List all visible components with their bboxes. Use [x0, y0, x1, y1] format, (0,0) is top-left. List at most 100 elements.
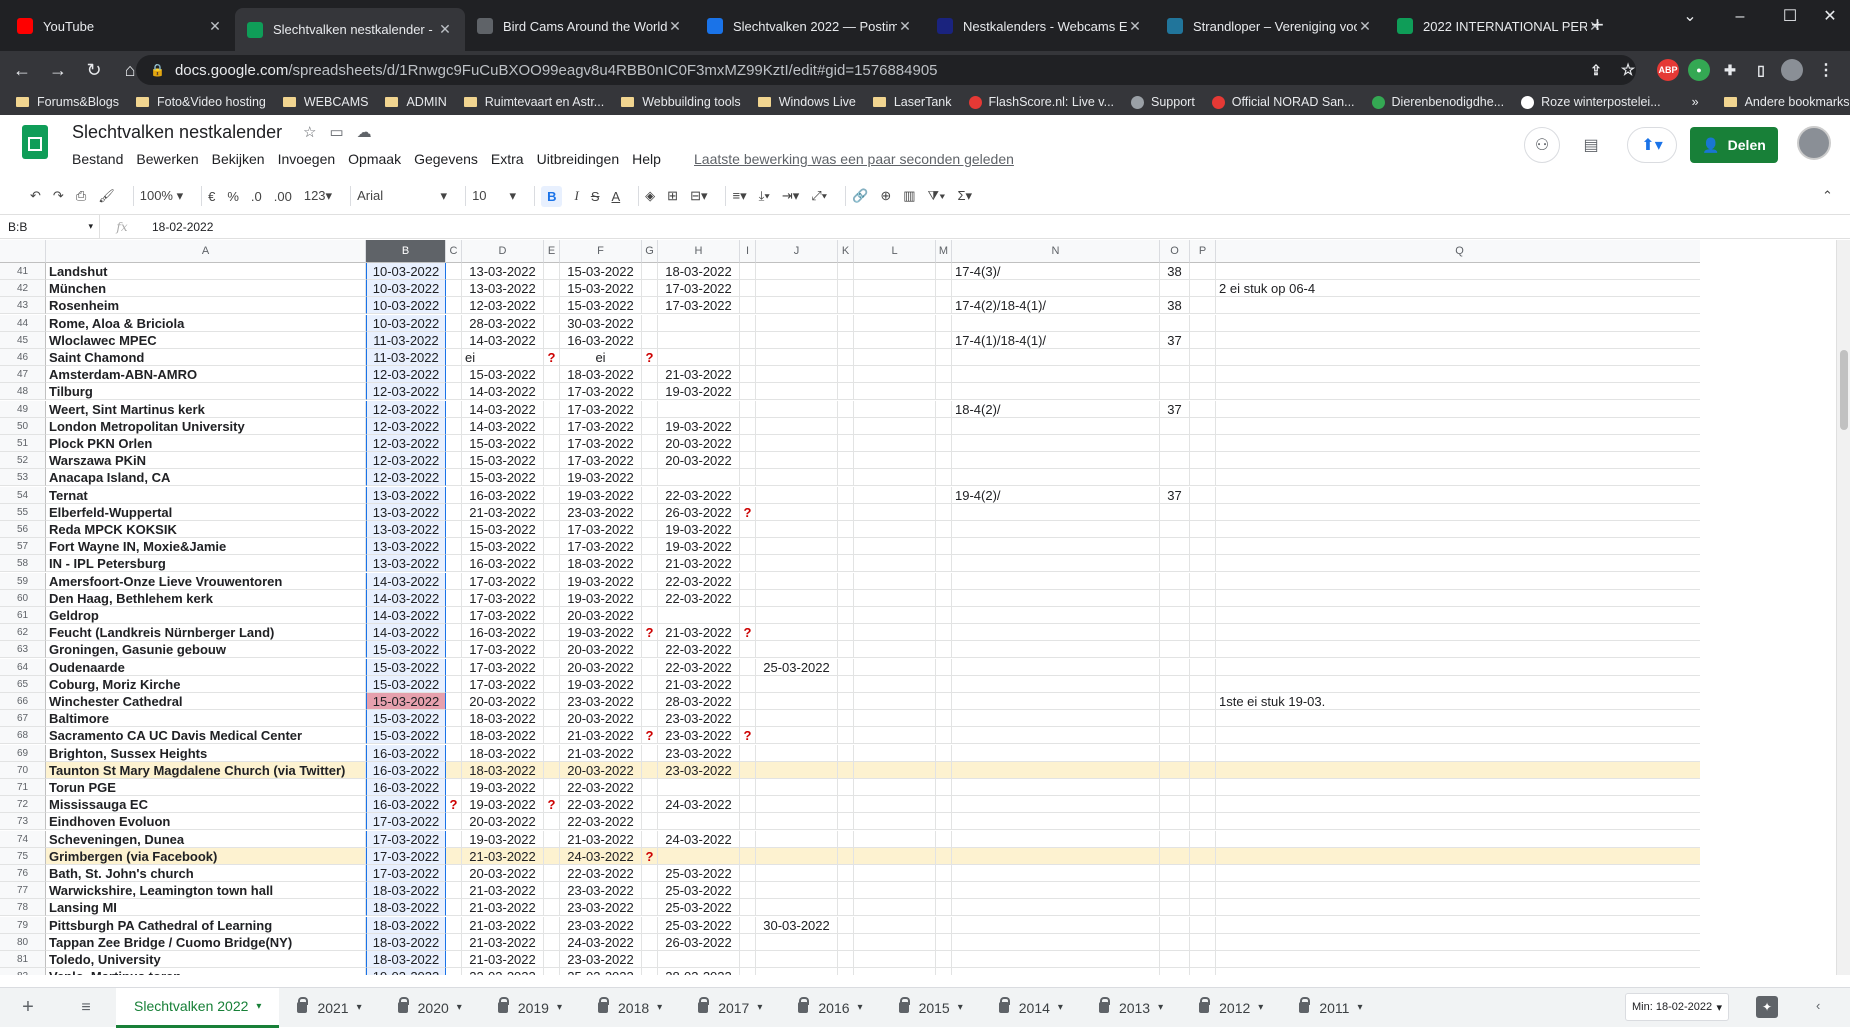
cell-g[interactable]: [642, 675, 658, 693]
cell-g[interactable]: [642, 469, 658, 487]
row-number[interactable]: 45: [0, 331, 46, 349]
cell-f[interactable]: 24-03-2022: [560, 933, 642, 951]
reload-icon[interactable]: ↻: [76, 60, 112, 81]
cell-e[interactable]: [544, 830, 560, 848]
cell-m[interactable]: [936, 435, 952, 452]
cell-g[interactable]: ?: [642, 727, 658, 745]
cell-j[interactable]: [756, 486, 838, 504]
cell-a[interactable]: IN - IPL Petersburg: [46, 555, 366, 573]
cell-b[interactable]: 13-03-2022: [366, 555, 446, 573]
cell-f[interactable]: 19-03-2022: [560, 486, 642, 504]
cell-m[interactable]: [936, 830, 952, 848]
cell-k[interactable]: [838, 435, 854, 452]
cell-l[interactable]: [854, 882, 936, 900]
cell-f[interactable]: 17-03-2022: [560, 383, 642, 401]
cell-g[interactable]: [642, 572, 658, 590]
cell-l[interactable]: [854, 366, 936, 384]
cell-g[interactable]: [642, 796, 658, 814]
bookmark-item[interactable]: Official NORAD San...: [1211, 95, 1355, 109]
all-sheets-icon[interactable]: ≡: [56, 999, 116, 1017]
cell-l[interactable]: [854, 349, 936, 366]
cell-q[interactable]: 2 ei stuk op 06-4: [1216, 280, 1700, 298]
row-number[interactable]: 62: [0, 624, 46, 642]
cell-o[interactable]: [1160, 830, 1190, 848]
cell-i[interactable]: [740, 658, 756, 676]
cell-o[interactable]: [1160, 951, 1190, 968]
cell-e[interactable]: ?: [544, 349, 560, 366]
row-number[interactable]: 44: [0, 314, 46, 332]
cell-e[interactable]: [544, 607, 560, 624]
cell-p[interactable]: [1190, 400, 1216, 418]
bookmark-item[interactable]: WEBCAMS: [282, 95, 368, 109]
cell-a[interactable]: Eindhoven Evoluon: [46, 813, 366, 831]
cell-q[interactable]: 1ste ei stuk 19-03.: [1216, 693, 1700, 710]
cell-o[interactable]: [1160, 366, 1190, 384]
cell-d[interactable]: 18-03-2022: [462, 710, 544, 728]
cell-k[interactable]: [838, 331, 854, 349]
cell-q[interactable]: [1216, 452, 1700, 470]
cell-m[interactable]: [936, 503, 952, 521]
cell-g[interactable]: ?: [642, 847, 658, 865]
cell-q[interactable]: [1216, 762, 1700, 779]
cell-h[interactable]: 22-03-2022: [658, 572, 740, 590]
cell-b[interactable]: 18-03-2022: [366, 882, 446, 900]
cell-m[interactable]: [936, 521, 952, 538]
cell-h[interactable]: 23-03-2022: [658, 761, 740, 779]
menu-bekijken[interactable]: Bekijken: [212, 151, 265, 167]
cell-a[interactable]: Rosenheim: [46, 297, 366, 315]
close-tab-icon[interactable]: ✕: [207, 18, 223, 35]
cell-q[interactable]: [1216, 383, 1700, 401]
cell-l[interactable]: [854, 710, 936, 728]
cell-j[interactable]: [756, 830, 838, 848]
cell-d[interactable]: 16-03-2022: [462, 555, 544, 573]
cell-e[interactable]: [544, 951, 560, 968]
cell-b[interactable]: 14-03-2022: [366, 589, 446, 607]
cell-d[interactable]: 15-03-2022: [462, 452, 544, 470]
cell-l[interactable]: [854, 383, 936, 401]
cell-p[interactable]: [1190, 761, 1216, 779]
filter-icon[interactable]: ⧩▾: [928, 188, 946, 204]
cell-o[interactable]: [1160, 521, 1190, 538]
cell-d[interactable]: 20-03-2022: [462, 865, 544, 882]
cell-q[interactable]: [1216, 659, 1700, 676]
borders-icon[interactable]: ⊞: [667, 188, 678, 204]
cell-o[interactable]: 38: [1160, 263, 1190, 280]
cell-l[interactable]: [854, 830, 936, 848]
cell-f[interactable]: 23-03-2022: [560, 693, 642, 710]
cell-q[interactable]: [1216, 315, 1700, 332]
row-number[interactable]: 71: [0, 779, 46, 796]
minimize-button[interactable]: –: [1715, 2, 1765, 32]
browser-tab[interactable]: Slechtvalken nestkalender - G ✕: [235, 8, 465, 51]
cell-e[interactable]: [544, 469, 560, 487]
sheet-tab[interactable]: Slechtvalken 2022 ▾: [116, 987, 280, 1028]
cell-f[interactable]: 22-03-2022: [560, 813, 642, 831]
column-header-b[interactable]: B: [366, 240, 446, 263]
cell-f[interactable]: 21-03-2022: [560, 744, 642, 762]
move-folder-icon[interactable]: ▭: [329, 123, 343, 141]
cell-i[interactable]: [740, 521, 756, 538]
row-number[interactable]: 79: [0, 916, 46, 934]
cell-m[interactable]: [936, 297, 952, 315]
cell-o[interactable]: [1160, 641, 1190, 659]
cell-m[interactable]: [936, 951, 952, 968]
cell-n[interactable]: [952, 452, 1160, 470]
cell-m[interactable]: [936, 572, 952, 590]
cell-j[interactable]: [756, 417, 838, 435]
cell-m[interactable]: [936, 675, 952, 693]
bookmark-item[interactable]: Support: [1131, 95, 1195, 109]
cell-e[interactable]: [544, 693, 560, 710]
cell-b[interactable]: 10-03-2022: [366, 297, 446, 315]
cell-n[interactable]: [952, 658, 1160, 676]
chrome-menu-icon[interactable]: ⋮: [1815, 59, 1837, 81]
cell-d[interactable]: ei: [462, 349, 544, 366]
cell-c[interactable]: [446, 761, 462, 779]
menu-help[interactable]: Help: [632, 151, 661, 167]
cell-o[interactable]: [1160, 779, 1190, 796]
cell-p[interactable]: [1190, 916, 1216, 934]
cell-g[interactable]: [642, 486, 658, 504]
cell-i[interactable]: [740, 675, 756, 693]
font-size-select[interactable]: 10 ▾: [472, 188, 516, 204]
cell-e[interactable]: [544, 641, 560, 659]
chevron-down-icon[interactable]: ▾: [757, 1002, 762, 1013]
row-number[interactable]: 74: [0, 830, 46, 848]
